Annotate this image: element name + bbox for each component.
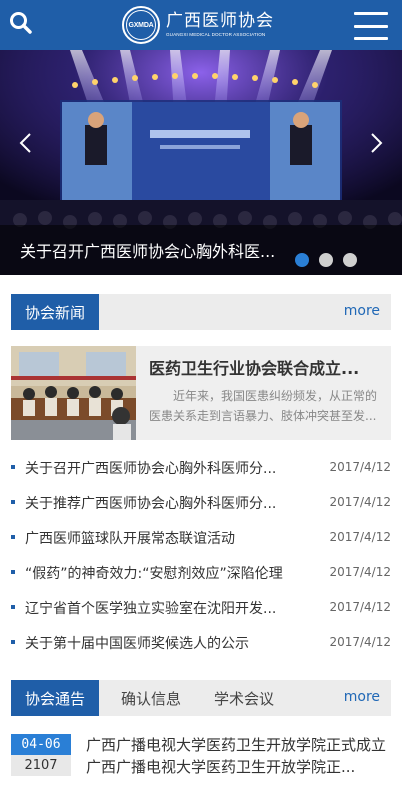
news-list-item[interactable]: 关于第十届中国医师奖候选人的公示 2017/4/12 [11,625,391,660]
featured-news-title[interactable]: 医药卫生行业协会联合成立... [149,355,383,379]
bullet-icon [11,535,15,539]
tab-confirm-info[interactable]: 确认信息 [121,680,181,716]
hamburger-menu-icon[interactable] [354,12,388,40]
news-date: 2017/4/12 [329,565,391,579]
news-title[interactable]: 广西医师篮球队开展常态联谊活动 [25,528,287,548]
carousel-dot[interactable] [319,253,333,267]
carousel-indicators [295,253,357,267]
date-badge-month-day: 04-06 [11,734,71,755]
notice-section-header: 协会通告 确认信息 学术会议 more [11,680,391,716]
news-title[interactable]: 关于推荐广西医师协会心胸外科医师分... [25,493,287,513]
banner-caption-bar: 关于召开广西医师协会心胸外科医... [0,225,402,275]
site-logo[interactable]: GXMDA 广西医师协会 GUANGXI MEDICAL DOCTOR ASSO… [122,5,274,45]
news-list-item[interactable]: 关于召开广西医师协会心胸外科医师分... 2017/4/12 [11,450,391,485]
notice-list-item[interactable]: 04-06 2107 广西广播电视大学医药卫生开放学院正式成立广西广播电视大学医… [11,732,391,778]
featured-news-image [11,346,136,440]
bullet-icon [11,640,15,644]
news-title[interactable]: 辽宁省首个医学独立实验室在沈阳开发... [25,598,287,618]
news-date: 2017/4/12 [329,530,391,544]
news-date: 2017/4/12 [329,495,391,509]
logo-title-en: GUANGXI MEDICAL DOCTOR ASSOCIATION [166,32,266,37]
news-list-item[interactable]: “假药”的神奇效力:“安慰剂效应”深陷伦理 2017/4/12 [11,555,391,590]
search-icon[interactable] [8,10,34,36]
news-title[interactable]: 关于召开广西医师协会心胸外科医师分... [25,458,287,478]
bullet-icon [11,605,15,609]
notice-more-link[interactable]: more [344,689,380,705]
logo-title-cn: 广西医师协会 [166,11,274,31]
news-list-item[interactable]: 关于推荐广西医师协会心胸外科医师分... 2017/4/12 [11,485,391,520]
logo-emblem-icon: GXMDA [122,6,160,44]
top-header: GXMDA 广西医师协会 GUANGXI MEDICAL DOCTOR ASSO… [0,0,402,50]
carousel-dot[interactable] [343,253,357,267]
news-date: 2017/4/12 [329,600,391,614]
bullet-icon [11,570,15,574]
news-title[interactable]: “假药”的神奇效力:“安慰剂效应”深陷伦理 [25,563,287,583]
news-more-link[interactable]: more [344,303,380,319]
logo-text: 广西医师协会 GUANGXI MEDICAL DOCTOR ASSOCIATIO… [166,11,274,39]
bullet-icon [11,465,15,469]
tab-academic-conference[interactable]: 学术会议 [214,680,274,716]
news-list: 关于召开广西医师协会心胸外科医师分... 2017/4/12 关于推荐广西医师协… [11,450,391,660]
notice-title[interactable]: 广西广播电视大学医药卫生开放学院正式成立广西广播电视大学医药卫生开放学院正... [86,734,391,778]
banner-prev-arrow-icon[interactable] [18,132,34,154]
news-title[interactable]: 关于第十届中国医师奖候选人的公示 [25,633,287,653]
logo-emblem-text: GXMDA [126,10,156,40]
news-date: 2017/4/12 [329,635,391,649]
news-list-item[interactable]: 辽宁省首个医学独立实验室在沈阳开发... 2017/4/12 [11,590,391,625]
news-date: 2017/4/12 [329,460,391,474]
featured-news-card[interactable]: 医药卫生行业协会联合成立... 近年来，我国医患纠纷频发，从正常的医患关系走到言… [11,346,391,440]
tab-association-news[interactable]: 协会新闻 [11,294,100,330]
carousel-dot[interactable] [295,253,309,267]
date-badge-year: 2107 [11,755,71,776]
banner-caption-text[interactable]: 关于召开广西医师协会心胸外科医... [20,238,280,262]
bullet-icon [11,500,15,504]
banner-next-arrow-icon[interactable] [368,132,384,154]
date-badge: 04-06 2107 [11,734,71,776]
featured-news-summary: 近年来，我国医患纠纷频发，从正常的医患关系走到言语暴力、肢体冲突甚至发... [149,389,378,423]
news-section-header: 协会新闻 more [11,294,391,330]
tab-association-notice[interactable]: 协会通告 [11,680,100,716]
news-list-item[interactable]: 广西医师篮球队开展常态联谊活动 2017/4/12 [11,520,391,555]
banner-carousel[interactable]: 关于召开广西医师协会心胸外科医... [0,50,402,275]
